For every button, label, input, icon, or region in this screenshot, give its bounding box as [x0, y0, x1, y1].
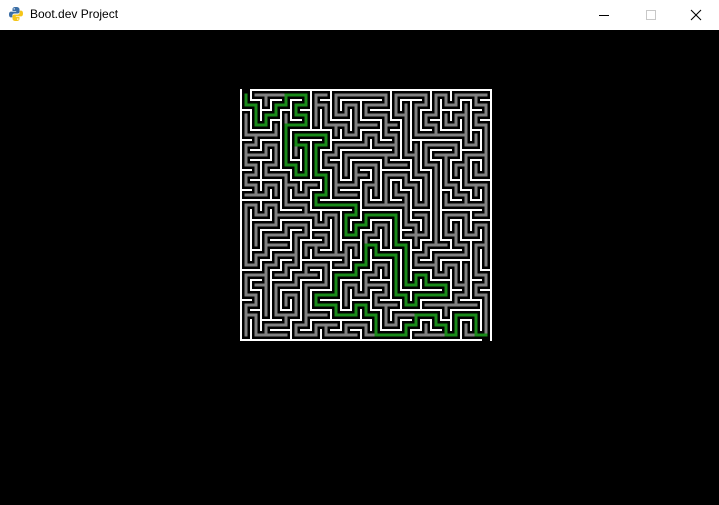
- close-button[interactable]: [673, 0, 719, 30]
- minimize-icon: [599, 15, 609, 16]
- maze-grid: [240, 89, 492, 341]
- maze-canvas: [0, 30, 719, 505]
- python-icon: [9, 7, 23, 21]
- title-bar[interactable]: Boot.dev Project: [0, 0, 719, 30]
- maximize-button[interactable]: [628, 0, 674, 30]
- maximize-icon: [646, 10, 656, 20]
- minimize-button[interactable]: [581, 0, 627, 30]
- window-title: Boot.dev Project: [30, 7, 119, 21]
- app-window: Boot.dev Project: [0, 0, 719, 505]
- close-icon: [690, 9, 702, 21]
